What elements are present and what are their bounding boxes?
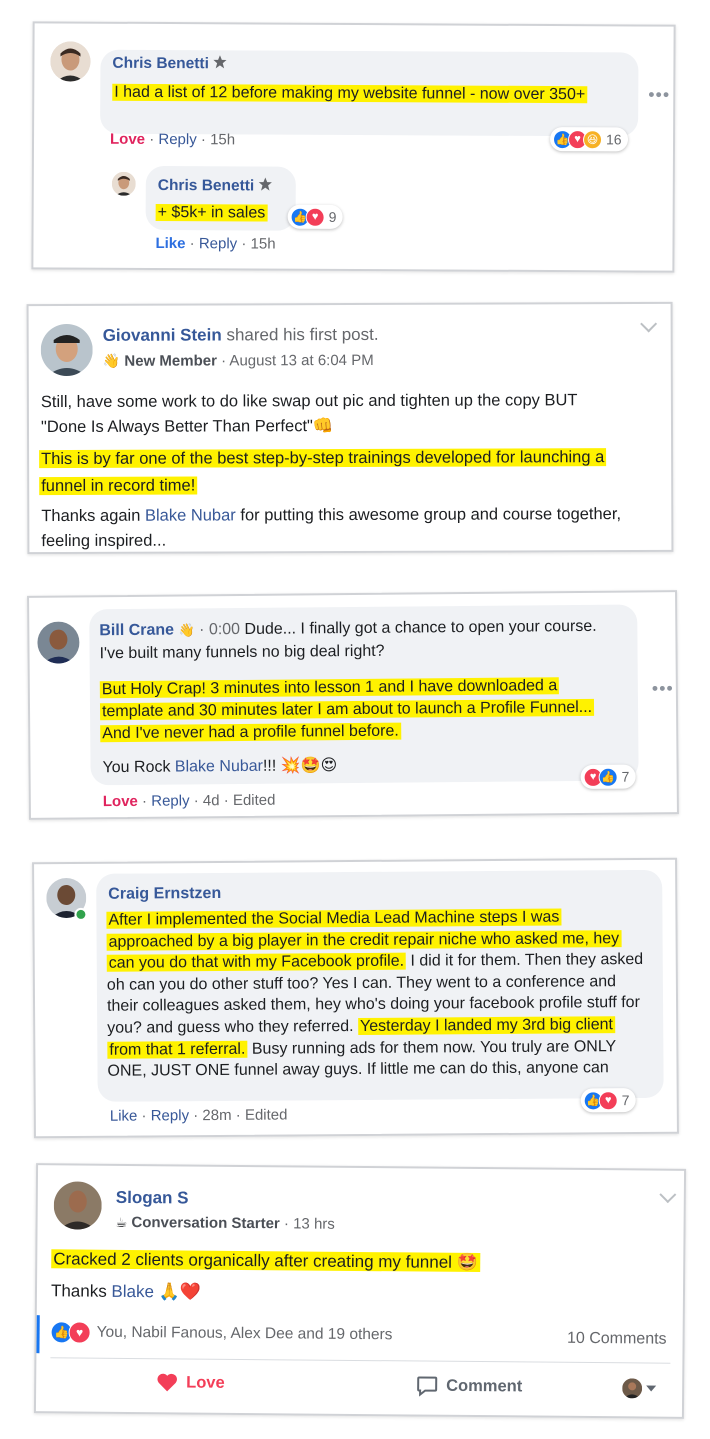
star-badge-icon bbox=[259, 177, 273, 191]
post-highlight: Cracked 2 clients organically after crea… bbox=[51, 1249, 480, 1273]
reaction-summary[interactable]: ♥ 👍 7 bbox=[580, 764, 636, 790]
wave-icon: 👋 bbox=[102, 352, 121, 369]
member-badge: New Member bbox=[124, 352, 217, 370]
collision-emoji-icon: 💥 bbox=[280, 757, 301, 775]
reply-author[interactable]: Chris Benetti bbox=[158, 177, 255, 195]
heart-eyes-emoji-icon: 😍 bbox=[320, 757, 338, 775]
post-thanks: Thanks again Blake Nubar for putting thi… bbox=[41, 505, 622, 551]
reply-author-line: Chris Benetti bbox=[158, 176, 274, 196]
reply-text: + $5k+ in sales bbox=[155, 203, 268, 222]
post-meta: ☕ Conversation Starter · 13 hrs bbox=[115, 1214, 335, 1233]
comment-time[interactable]: 4d bbox=[203, 792, 220, 809]
post-header: Slogan S bbox=[116, 1188, 189, 1209]
star-struck-emoji-icon: 🤩 bbox=[300, 757, 321, 775]
reply-link[interactable]: Reply bbox=[158, 131, 196, 148]
reply-link[interactable]: Reply bbox=[151, 1107, 189, 1124]
heart-reaction-icon: ♥ bbox=[305, 207, 325, 227]
post-author[interactable]: Giovanni Stein bbox=[103, 325, 222, 344]
avatar[interactable] bbox=[40, 323, 93, 377]
post-body: Still, have some work to do like swap ou… bbox=[40, 391, 578, 437]
love-link[interactable]: Love bbox=[103, 793, 138, 810]
star-struck-emoji-icon: 🤩 bbox=[456, 1252, 478, 1273]
comment-intro: Bill Crane 👋 · 0:00 Dude... I finally go… bbox=[99, 617, 597, 663]
edited-label[interactable]: Edited bbox=[233, 792, 276, 809]
comments-count[interactable]: 10 Comments bbox=[567, 1330, 667, 1349]
red-heart-icon: ❤️ bbox=[179, 1282, 202, 1302]
more-options-icon[interactable]: ••• bbox=[648, 85, 670, 106]
heart-icon bbox=[157, 1373, 177, 1392]
comment-author[interactable]: Bill Crane bbox=[99, 622, 174, 640]
avatar[interactable] bbox=[37, 621, 80, 664]
comment-time[interactable]: 28m bbox=[202, 1107, 231, 1124]
coffee-cup-icon: ☕ bbox=[115, 1214, 128, 1230]
reactions-divider bbox=[36, 1315, 40, 1354]
post-time[interactable]: 13 hrs bbox=[293, 1215, 335, 1232]
post-date[interactable]: August 13 at 6:04 PM bbox=[229, 352, 373, 370]
reaction-summary[interactable]: 👍 ♥ 7 bbox=[580, 1088, 636, 1113]
audience-selector[interactable] bbox=[622, 1378, 657, 1399]
avatar[interactable] bbox=[50, 41, 91, 82]
reply-avatar[interactable] bbox=[111, 171, 136, 196]
like-link[interactable]: Like bbox=[110, 1108, 138, 1125]
chevron-down-icon[interactable] bbox=[640, 315, 658, 333]
avatar bbox=[622, 1378, 643, 1399]
reply-time[interactable]: 15h bbox=[251, 235, 276, 252]
comment-card-chris: Chris Benetti I had a list of 12 before … bbox=[31, 21, 676, 273]
post-highlight: This is by far one of the best step-by-s… bbox=[39, 444, 619, 500]
comment-button[interactable]: Comment bbox=[416, 1374, 522, 1397]
caret-down-icon bbox=[646, 1385, 657, 1392]
love-link[interactable]: Love bbox=[110, 131, 145, 148]
reply-actions: Like · Reply · 15h bbox=[155, 234, 276, 253]
fist-bump-icon: 👊 bbox=[312, 417, 334, 436]
reply-reaction-summary[interactable]: 👍 ♥ 9 bbox=[287, 204, 343, 229]
post-card-giovanni: Giovanni Stein shared his first post. 👋 … bbox=[26, 301, 674, 555]
comment-actions: Love · Reply · 15h bbox=[109, 130, 236, 149]
reply-link[interactable]: Reply bbox=[199, 235, 237, 252]
video-timestamp[interactable]: 0:00 bbox=[209, 621, 240, 638]
online-status-dot bbox=[74, 907, 88, 921]
comment-highlight: But Holy Crap! 3 minutes into lesson 1 a… bbox=[99, 677, 595, 743]
like-reaction-icon: 👍 bbox=[598, 767, 618, 787]
comment-outro: You Rock Blake Nubar!!! 💥🤩😍 bbox=[102, 757, 338, 777]
post-action: shared his first post. bbox=[226, 324, 379, 345]
comment-actions: Love · Reply · 4d · Edited bbox=[102, 791, 276, 811]
post-thanks: Thanks Blake 🙏❤️ bbox=[50, 1281, 202, 1302]
comment-card-bill: Bill Crane 👋 · 0:00 Dude... I finally go… bbox=[27, 590, 679, 820]
reactors-list[interactable]: You, Nabil Fanous, Alex Dee and 19 other… bbox=[97, 1324, 393, 1345]
comment-text: After I implemented the Social Media Lea… bbox=[106, 908, 644, 1080]
edited-label[interactable]: Edited bbox=[245, 1106, 288, 1123]
chevron-down-icon[interactable] bbox=[659, 1186, 677, 1204]
post-card-slogan: Slogan S ☕ Conversation Starter · 13 hrs… bbox=[33, 1163, 687, 1419]
wave-icon: 👋 bbox=[178, 622, 195, 638]
heart-reaction-icon: ♥ bbox=[68, 1321, 91, 1344]
post-meta: 👋 New Member · August 13 at 6:04 PM bbox=[102, 351, 374, 370]
avatar[interactable] bbox=[53, 1181, 102, 1230]
star-badge-icon bbox=[213, 55, 227, 69]
action-divider bbox=[50, 1357, 671, 1364]
love-button[interactable]: Love bbox=[156, 1372, 225, 1393]
mention-link[interactable]: Blake Nubar bbox=[175, 758, 263, 776]
reactions-row[interactable]: 👍 ♥ You, Nabil Fanous, Alex Dee and 19 o… bbox=[50, 1321, 393, 1346]
mention-link[interactable]: Blake Nubar bbox=[145, 506, 236, 524]
reaction-summary[interactable]: 👍 ♥ 😆 16 bbox=[549, 127, 628, 152]
praying-hands-icon: 🙏 bbox=[158, 1282, 180, 1302]
comment-author-line: Craig Ernstzen bbox=[108, 885, 221, 904]
comment-author-line: Chris Benetti bbox=[112, 54, 228, 74]
comment-icon bbox=[417, 1376, 438, 1397]
heart-reaction-icon: ♥ bbox=[598, 1090, 618, 1110]
comment-text: I had a list of 12 before making my webs… bbox=[112, 83, 588, 104]
conversation-starter-badge: Conversation Starter bbox=[131, 1214, 280, 1233]
mention-link[interactable]: Blake bbox=[111, 1282, 154, 1301]
comment-author[interactable]: Craig Ernstzen bbox=[108, 885, 221, 903]
comment-card-craig: Craig Ernstzen After I implemented the S… bbox=[32, 857, 679, 1139]
post-author[interactable]: Slogan S bbox=[116, 1188, 189, 1208]
comment-actions: Like · Reply · 28m · Edited bbox=[109, 1106, 288, 1125]
more-options-icon[interactable]: ••• bbox=[652, 678, 674, 699]
reply-link[interactable]: Reply bbox=[151, 792, 190, 809]
comment-author[interactable]: Chris Benetti bbox=[112, 55, 209, 73]
haha-reaction-icon: 😆 bbox=[582, 129, 603, 149]
comment-time[interactable]: 15h bbox=[210, 131, 235, 148]
like-link[interactable]: Like bbox=[155, 235, 185, 252]
post-header: Giovanni Stein shared his first post. bbox=[103, 325, 379, 346]
